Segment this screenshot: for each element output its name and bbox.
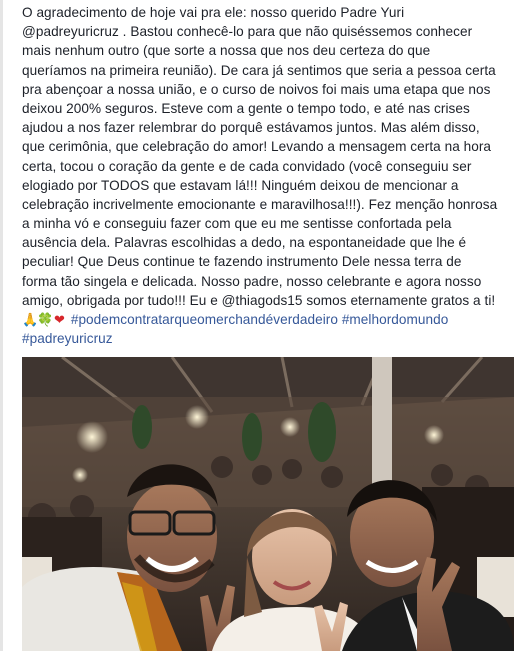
post-line: @padreyuricruz . Bastou conhecê-lo para … bbox=[22, 24, 473, 40]
post-line: amigo, obrigada por tudo!!! Eu e @thiago… bbox=[22, 292, 496, 308]
post-line: peculiar! Que Deus continue te fazendo i… bbox=[22, 254, 462, 270]
hashtag-padreyuricruz[interactable]: #padreyuricruz bbox=[22, 331, 113, 346]
post-line: pra abençoar a nossa união, e o curso de… bbox=[22, 81, 491, 97]
post-line: deixou 200% seguros. Esteve com a gente … bbox=[22, 100, 470, 116]
post-text: O agradecimento de hoje vai pra ele: nos… bbox=[22, 3, 522, 348]
post-line: ajudou a nos fazer relembrar do porquê e… bbox=[22, 120, 480, 136]
red-heart-icon: ❤ bbox=[54, 312, 65, 327]
praying-hands-icon: 🙏 bbox=[22, 312, 39, 327]
left-border bbox=[0, 0, 3, 651]
emoji-hashtag-line: 🙏🍀❤ #podemcontratarqueomerchandéverdadei… bbox=[22, 310, 522, 329]
post-line: certa, tocou o coração da gente e de cad… bbox=[22, 158, 472, 174]
post-line: ausência dela. Palavras escolhidas a ded… bbox=[22, 235, 467, 251]
post-line: queríamos na primeira reunião). De cara … bbox=[22, 62, 496, 78]
hashtag-melhordomundo[interactable]: #melhordomundo bbox=[342, 312, 449, 327]
post-line: elogiado por TODOS que estavam lá!!! Nin… bbox=[22, 177, 459, 193]
post-line: O agradecimento de hoje vai pra ele: nos… bbox=[22, 5, 405, 20]
post-line: a minha vó e conseguiu fazer com que eu … bbox=[22, 216, 452, 232]
post-line: celebração incrivelmente emocionante e m… bbox=[22, 196, 498, 212]
post-line: forma tão singela e delicada. Nosso padr… bbox=[22, 273, 482, 289]
hashtag-podemcontratar[interactable]: #podemcontratarqueomerchandéverdadeiro bbox=[71, 312, 338, 327]
hashtag-line: #padreyuricruz bbox=[22, 329, 522, 348]
photo-illustration bbox=[22, 357, 514, 651]
post-line: mais nenhum outro (que sorte a nossa que… bbox=[22, 43, 431, 59]
post-line: que cerimônia, que celebração do amor! L… bbox=[22, 139, 492, 155]
wedding-selfie-photo[interactable] bbox=[22, 357, 514, 651]
four-leaf-clover-icon: 🍀 bbox=[37, 312, 54, 327]
